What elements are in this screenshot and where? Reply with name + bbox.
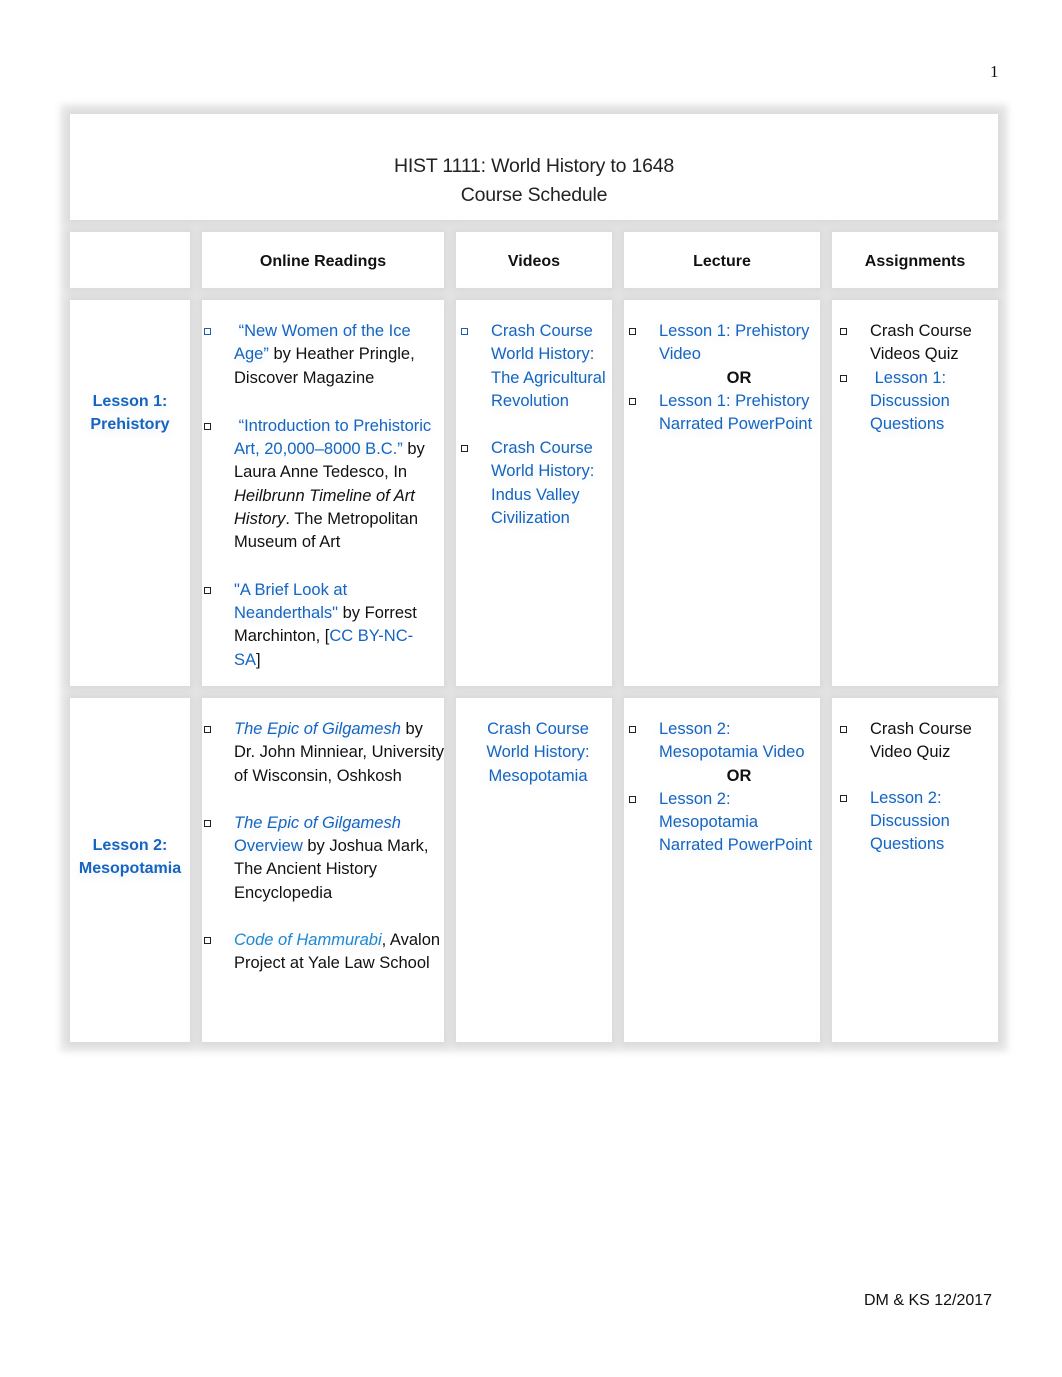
header-label: Online Readings <box>259 253 387 270</box>
course-title: HIST 1111: World History to 1648 <box>393 155 675 177</box>
bullet-square-icon <box>840 794 847 802</box>
bullet-square-icon <box>204 586 211 594</box>
header-cell-videos: Videos <box>456 232 612 288</box>
bullet-square-icon <box>840 726 847 733</box>
lecture-video-link[interactable]: Lesson 1: Prehistory Video <box>659 322 809 363</box>
assignment-item: Crash Course Video Quiz <box>840 718 990 765</box>
page-number: 1 <box>990 62 999 81</box>
header-cell-online-readings: Online Readings <box>202 232 444 288</box>
bullet-square-icon <box>204 726 211 733</box>
lesson-1-videos-cell: Crash Course World History: The Agricult… <box>456 300 612 686</box>
video-link[interactable]: Crash Course World History: The Agricult… <box>491 322 606 410</box>
lecture-or: OR <box>659 765 819 788</box>
header-cell-lesson <box>70 232 190 288</box>
bullet-square-icon <box>461 445 468 453</box>
video-link[interactable]: Crash Course World History: Mesopotamia <box>486 720 589 785</box>
lecture-item: Lesson 1: Prehistory Narrated PowerPoint <box>629 390 819 437</box>
bullet-square-icon <box>204 937 211 945</box>
bullet-square-icon <box>204 422 211 430</box>
assignment-item: Lesson 1: Discussion Questions <box>840 367 990 437</box>
bullet-square-icon <box>204 819 211 827</box>
lesson-label-line1: Lesson 1: <box>92 393 168 410</box>
bullet-square-icon <box>629 795 636 803</box>
header-cell-assignments: Assignments <box>832 232 998 288</box>
video-item: Crash Course World History: The Agricult… <box>461 320 609 413</box>
video-link[interactable]: Crash Course World History: Indus Valley… <box>491 439 594 527</box>
reading-item: The Epic of Gilgamesh Overview by Joshua… <box>204 812 444 905</box>
or-separator: OR <box>726 766 752 785</box>
lesson-1-label: Lesson 1: Prehistory <box>70 390 190 436</box>
lesson-2-videos-cell: Crash Course World History: Mesopotamia <box>456 698 612 1042</box>
bullet-square-icon <box>629 328 636 335</box>
lecture-video-link[interactable]: Lesson 2: Mesopotamia Video <box>659 720 805 761</box>
lesson-2-label-cell: Lesson 2: Mesopotamia <box>70 698 190 1042</box>
bullet-square-icon <box>461 328 468 335</box>
lecture-item: Lesson 1: Prehistory Video <box>629 320 819 367</box>
lecture-item: Lesson 2: Mesopotamia Video <box>629 718 819 765</box>
lesson-2-readings-cell: The Epic of Gilgamesh by Dr. John Minnie… <box>202 698 444 1042</box>
video-item: Crash Course World History: Indus Valley… <box>461 437 609 530</box>
header-label: Lecture <box>693 253 751 270</box>
reading-item: The Epic of Gilgamesh by Dr. John Minnie… <box>204 718 444 788</box>
reading-item: “New Women of the Ice Age” by Heather Pr… <box>204 320 439 390</box>
reading-link[interactable]: The Epic of Gilgamesh <box>234 814 401 832</box>
lecture-item: Lesson 2: Mesopotamia Narrated PowerPoin… <box>629 788 819 858</box>
header-label: Videos <box>507 253 561 270</box>
or-separator: OR <box>726 368 752 387</box>
lesson-2-assignments-cell: Crash Course Video Quiz Lesson 2: Discus… <box>832 698 998 1042</box>
assignment-item: Crash Course Videos Quiz <box>840 320 990 367</box>
course-schedule-table: HIST 1111: World History to 1648 Course … <box>60 104 1008 1052</box>
bullet-square-icon <box>840 374 847 382</box>
reading-item: Code of Hammurabi, Avalon Project at Yal… <box>204 929 444 976</box>
header-cell-lecture: Lecture <box>624 232 820 288</box>
reading-item: “Introduction to Prehistoric Art, 20,000… <box>204 415 439 555</box>
video-item: Crash Course World History: Mesopotamia <box>474 718 602 788</box>
assignment-text: Crash Course Videos Quiz <box>870 322 972 364</box>
assignment-item: Lesson 2: Discussion Questions <box>840 787 990 857</box>
footer-credit: DM & KS 12/2017 <box>864 1292 993 1309</box>
lesson-2-label: Lesson 2: Mesopotamia <box>70 834 190 880</box>
assignment-link[interactable]: Lesson 1: Discussion Questions <box>870 369 950 434</box>
reading-link[interactable]: Code of Hammurabi <box>234 931 382 949</box>
lecture-powerpoint-link[interactable]: Lesson 2: Mesopotamia Narrated PowerPoin… <box>659 790 812 855</box>
reading-source: ] <box>256 650 261 669</box>
lecture-or: OR <box>659 367 819 390</box>
lesson-1-readings-cell: “New Women of the Ice Age” by Heather Pr… <box>202 300 444 686</box>
reading-link[interactable]: “Introduction to Prehistoric Art, 20,000… <box>234 417 431 458</box>
lesson-1-lecture-cell: Lesson 1: Prehistory Video OR Lesson 1: … <box>624 300 820 686</box>
lesson-label-line2: Mesopotamia <box>78 860 182 877</box>
reading-link-overview[interactable]: Overview <box>234 837 303 855</box>
bullet-square-icon <box>204 328 211 335</box>
lecture-powerpoint-link[interactable]: Lesson 1: Prehistory Narrated PowerPoint <box>659 392 812 433</box>
bullet-square-icon <box>629 397 636 405</box>
assignment-link[interactable]: Lesson 2: Discussion Questions <box>870 789 950 854</box>
bullet-square-icon <box>840 328 847 335</box>
reading-link[interactable]: "A Brief Look at Neanderthals" <box>234 581 347 622</box>
header-label: Assignments <box>864 253 966 270</box>
schedule-subtitle: Course Schedule <box>460 184 608 206</box>
lesson-label-line1: Lesson 2: <box>92 837 168 854</box>
lesson-1-label-cell: Lesson 1: Prehistory <box>70 300 190 686</box>
reading-item: "A Brief Look at Neanderthals" by Forres… <box>204 579 439 672</box>
lesson-2-lecture-cell: Lesson 2: Mesopotamia Video OR Lesson 2:… <box>624 698 820 1042</box>
bullet-square-icon <box>629 726 636 733</box>
reading-link[interactable]: The Epic of Gilgamesh <box>234 720 401 738</box>
table-title-cell: HIST 1111: World History to 1648 Course … <box>70 114 998 220</box>
lesson-label-line2: Prehistory <box>90 416 170 433</box>
lesson-1-assignments-cell: Crash Course Videos Quiz Lesson 1: Discu… <box>832 300 998 686</box>
assignment-text: Crash Course Video Quiz <box>870 720 972 762</box>
